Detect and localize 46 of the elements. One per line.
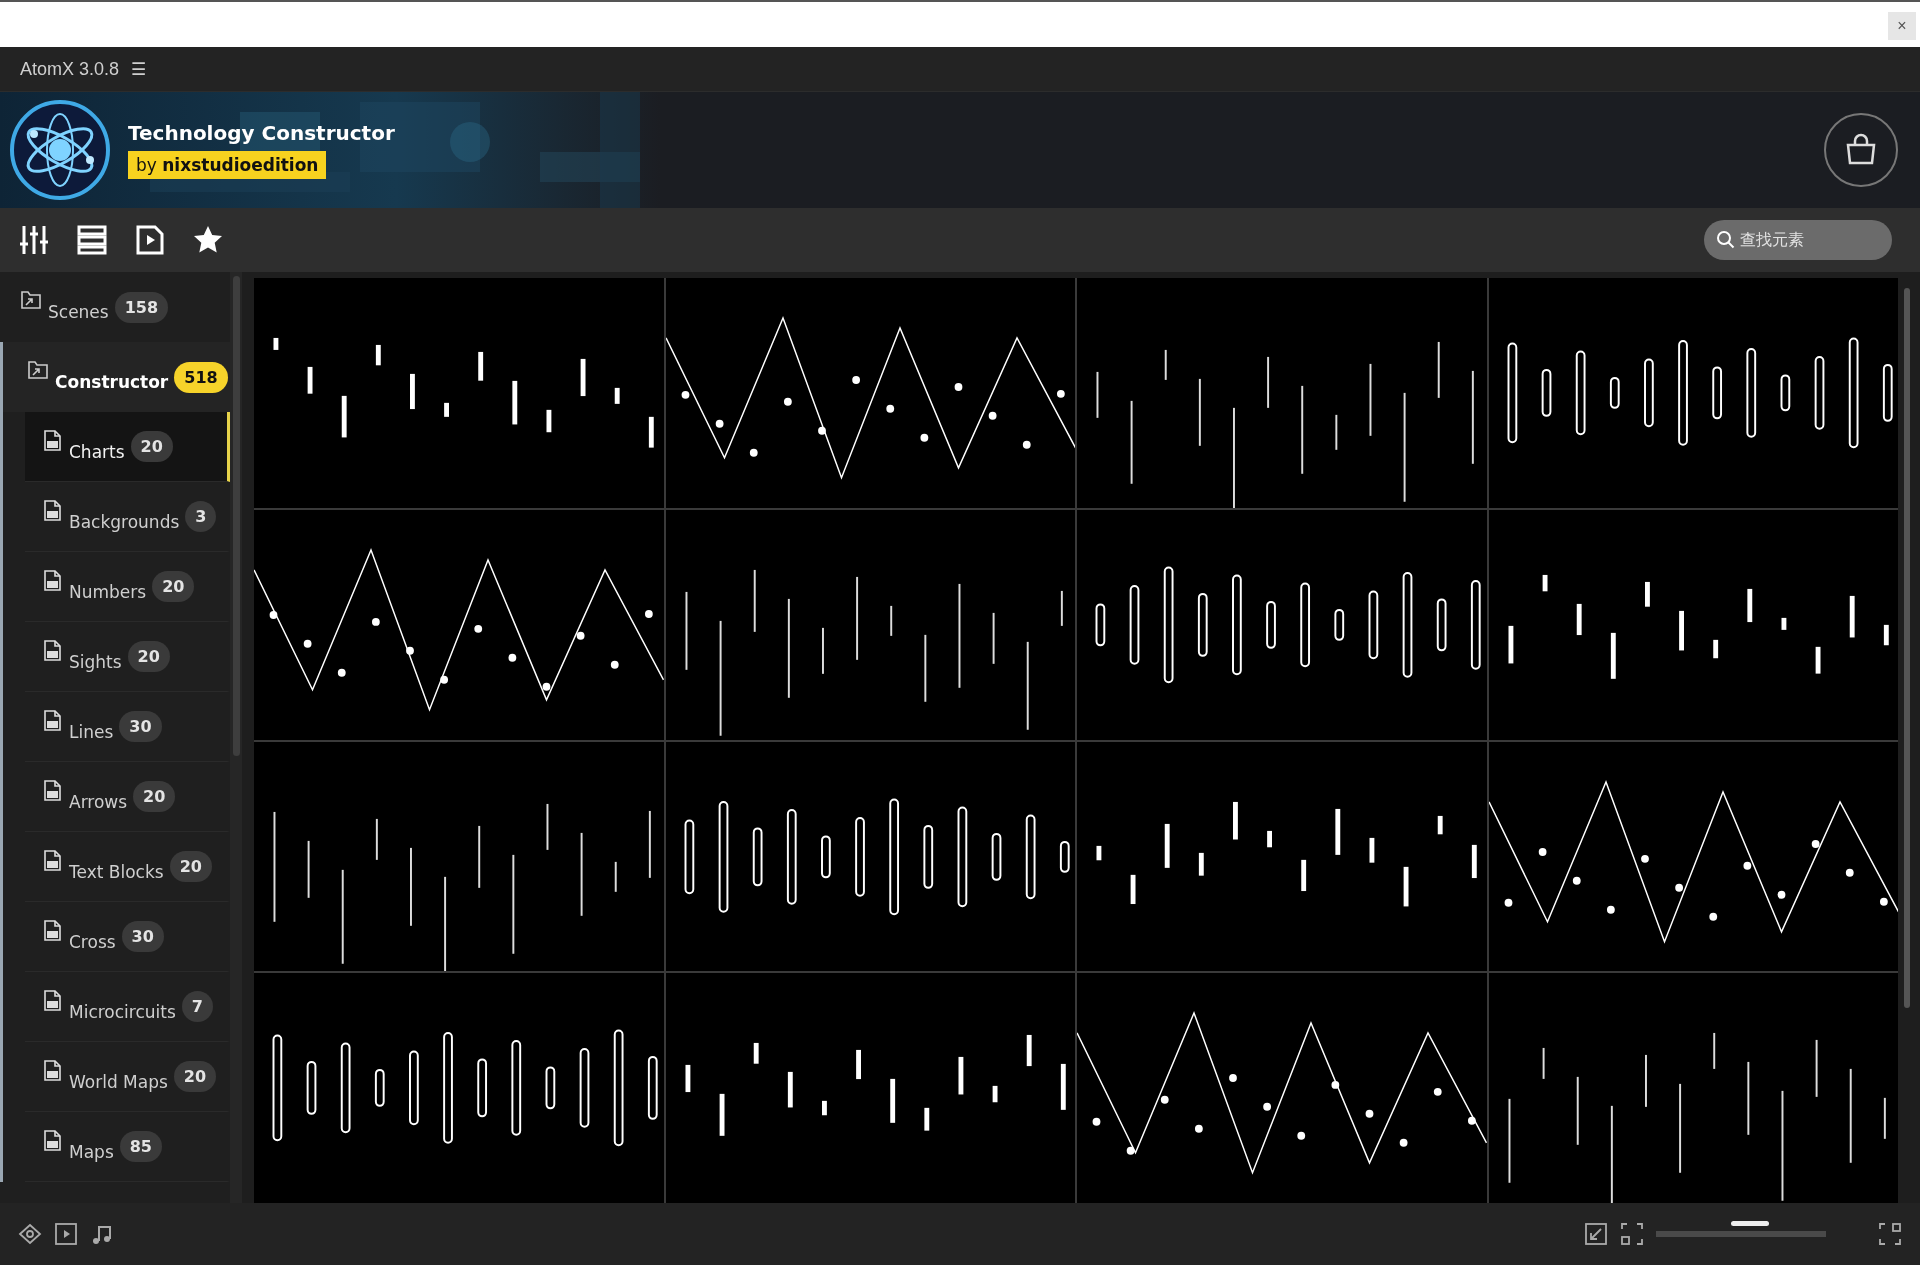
play-icon[interactable] xyxy=(54,1222,78,1246)
scrollbar-thumb[interactable] xyxy=(232,276,240,756)
folder-icon xyxy=(20,290,42,310)
file-icon xyxy=(43,1130,63,1152)
count-badge: 7 xyxy=(181,991,213,1022)
video-file-icon[interactable] xyxy=(134,224,166,256)
search-field[interactable]: 查找元素 xyxy=(1704,220,1892,260)
count-badge: 20 xyxy=(173,1061,217,1092)
count-badge: 20 xyxy=(169,851,212,882)
count-badge: 20 xyxy=(133,781,176,812)
author-tag: by nixstudioedition xyxy=(128,151,327,179)
count-badge: 20 xyxy=(152,571,195,602)
resize-icon[interactable] xyxy=(1584,1222,1608,1246)
file-icon xyxy=(43,640,63,662)
expand-icon[interactable] xyxy=(1878,1222,1902,1246)
file-icon xyxy=(43,430,63,452)
menu-button[interactable]: ☰ xyxy=(131,58,147,80)
file-icon xyxy=(43,710,63,732)
slider-thumb[interactable] xyxy=(1730,1221,1769,1226)
count-badge: 20 xyxy=(127,641,170,672)
file-icon xyxy=(43,780,63,802)
count-badge: 518 xyxy=(174,361,228,393)
banner-title: Technology Constructor xyxy=(128,121,395,145)
search-icon xyxy=(1716,230,1736,250)
file-icon xyxy=(43,990,63,1012)
count-badge: 85 xyxy=(119,1131,162,1162)
sliders-icon[interactable] xyxy=(18,224,50,256)
file-icon xyxy=(43,920,63,942)
file-icon xyxy=(43,570,63,592)
scrollbar-thumb[interactable] xyxy=(1904,288,1910,1008)
folder-icon xyxy=(27,360,49,380)
count-badge: 30 xyxy=(121,921,164,952)
file-icon xyxy=(43,850,63,872)
shrink-icon[interactable] xyxy=(1620,1222,1644,1246)
sidebar-item[interactable]: Charts 20 xyxy=(25,412,230,482)
category-item[interactable]: Constructor 518 xyxy=(0,342,230,412)
count-badge: 3 xyxy=(185,501,217,532)
count-badge: 158 xyxy=(114,291,169,323)
count-badge: 20 xyxy=(130,431,173,462)
file-icon xyxy=(43,500,63,522)
close-button[interactable]: × xyxy=(1888,12,1916,40)
bag-icon xyxy=(1844,133,1878,167)
list-icon[interactable] xyxy=(76,224,108,256)
file-icon xyxy=(43,1060,63,1082)
app-title: AtomX 3.0.8 xyxy=(20,58,120,80)
count-badge: 30 xyxy=(119,711,162,742)
